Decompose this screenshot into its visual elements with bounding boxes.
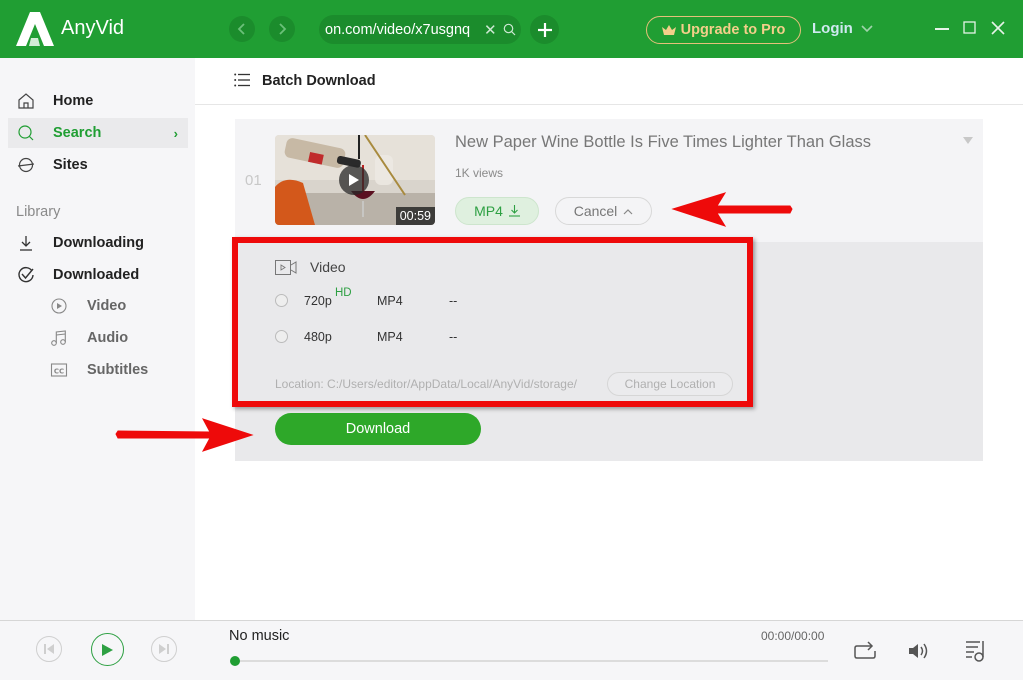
chevron-right-icon: ›: [173, 125, 178, 141]
title-bar: AnyVid on.com/video/x7usgnq ✕ Upgrade to…: [0, 0, 1023, 58]
sidebar-item-downloading[interactable]: Downloading: [8, 228, 188, 258]
annotation-arrow-left-icon: [671, 192, 793, 227]
search-icon[interactable]: [503, 23, 516, 36]
sidebar: Home Search › Sites Library Downloading …: [0, 58, 195, 620]
sidebar-item-label: Downloading: [53, 235, 145, 251]
annotation-highlight-box: [232, 237, 753, 407]
video-duration: 00:59: [395, 207, 435, 225]
search-icon: [18, 125, 34, 141]
video-title: New Paper Wine Bottle Is Five Times Ligh…: [455, 133, 872, 151]
upgrade-to-pro-button[interactable]: Upgrade to Pro: [646, 16, 801, 44]
close-button[interactable]: [989, 19, 1007, 37]
sidebar-item-label: Search: [53, 125, 102, 141]
cancel-button[interactable]: Cancel: [555, 197, 652, 225]
minimize-icon: [935, 28, 949, 30]
track-progress-bar[interactable]: [230, 656, 828, 666]
check-circle-icon: [18, 266, 34, 283]
sidebar-sub-label: Audio: [87, 330, 129, 346]
maximize-button[interactable]: [961, 19, 979, 37]
music-player: No music 00:00/00:00: [0, 620, 1023, 680]
play-pause-button[interactable]: [91, 633, 124, 666]
download-button[interactable]: Download: [275, 413, 481, 445]
clear-icon[interactable]: ✕: [484, 21, 497, 39]
batch-download-button[interactable]: Batch Download: [262, 73, 376, 89]
url-input[interactable]: on.com/video/x7usgnq ✕: [319, 15, 521, 44]
video-result-header: 01 00:59 New Paper Wine Bottle Is Five T…: [235, 119, 983, 242]
sidebar-item-label: Downloaded: [53, 267, 140, 283]
track-time: 00:00/00:00: [761, 629, 825, 643]
sidebar-sub-label: Subtitles: [87, 362, 149, 378]
add-button[interactable]: [530, 15, 559, 44]
sidebar-item-home[interactable]: Home: [8, 86, 188, 116]
chevron-right-icon: [279, 23, 287, 35]
sidebar-item-downloaded[interactable]: Downloaded: [8, 260, 188, 290]
chevron-left-icon: [237, 23, 245, 35]
sidebar-item-search[interactable]: Search ›: [8, 118, 188, 148]
globe-icon: [17, 157, 35, 173]
track-title: No music: [229, 628, 290, 644]
sidebar-item-label: Home: [53, 93, 94, 109]
previous-track-button[interactable]: [36, 636, 62, 662]
skip-previous-icon: [44, 644, 54, 654]
format-label: MP4: [474, 203, 503, 219]
sidebar-item-sites[interactable]: Sites: [8, 150, 188, 180]
sidebar-sub-subtitles[interactable]: CC Subtitles: [50, 358, 148, 382]
sidebar-item-label: Sites: [53, 157, 88, 173]
repeat-button[interactable]: [852, 639, 878, 663]
download-icon: [20, 236, 32, 251]
sidebar-sub-video[interactable]: Video: [50, 294, 126, 318]
playlist-button[interactable]: [962, 639, 988, 663]
home-icon: [18, 93, 34, 109]
progress-knob[interactable]: [230, 656, 240, 666]
next-track-button[interactable]: [151, 636, 177, 662]
upgrade-label: Upgrade to Pro: [680, 22, 786, 38]
library-heading: Library: [16, 204, 61, 220]
play-button[interactable]: [339, 165, 369, 195]
music-note-icon: [51, 330, 66, 346]
login-label: Login: [812, 20, 853, 37]
list-icon: [234, 73, 250, 87]
playlist-icon: [966, 641, 984, 662]
back-button[interactable]: [229, 16, 255, 42]
play-icon: [102, 643, 113, 656]
forward-button[interactable]: [269, 16, 295, 42]
anyvid-logo-icon: [16, 12, 54, 46]
sidebar-sub-label: Video: [87, 298, 127, 314]
chevron-up-icon: [623, 208, 633, 214]
minimize-button[interactable]: [933, 19, 951, 37]
volume-button[interactable]: [906, 639, 932, 663]
maximize-icon: [963, 21, 976, 34]
login-menu[interactable]: Login: [812, 20, 873, 37]
play-circle-icon: [51, 298, 67, 314]
app-name: AnyVid: [61, 17, 125, 39]
url-text[interactable]: on.com/video/x7usgnq: [325, 22, 481, 38]
sidebar-sub-audio[interactable]: Audio: [50, 326, 128, 350]
skip-next-icon: [159, 644, 169, 654]
cc-icon: CC: [50, 363, 68, 377]
plus-icon: [537, 22, 552, 37]
repeat-icon: [854, 641, 876, 659]
crown-icon: [661, 25, 676, 35]
play-icon: [349, 174, 359, 186]
video-views: 1K views: [455, 166, 504, 180]
download-icon: [508, 205, 520, 217]
annotation-arrow-right-icon: [115, 418, 254, 452]
close-icon: [991, 21, 1005, 35]
collapse-toggle-icon[interactable]: [963, 137, 973, 144]
chevron-down-icon: [861, 24, 873, 32]
main-header: Batch Download: [195, 58, 1023, 105]
cancel-label: Cancel: [573, 203, 618, 219]
video-thumbnail[interactable]: 00:59: [275, 135, 435, 225]
svg-text:CC: CC: [54, 368, 64, 376]
mp4-download-button[interactable]: MP4: [455, 197, 539, 225]
result-index: 01: [245, 172, 262, 189]
volume-icon: [909, 643, 928, 659]
